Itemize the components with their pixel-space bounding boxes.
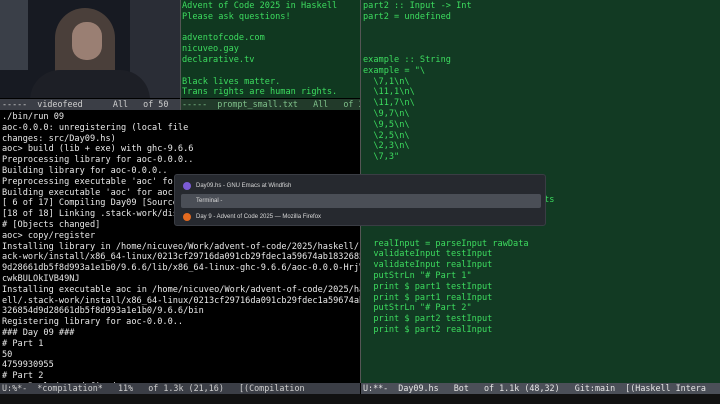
code-line: \9,5\n\ [363,119,410,130]
switcher-item-label: Terminal - [196,198,223,204]
emacs-icon [183,182,191,190]
compilation-buffer[interactable]: ./bin/run 09 aoc-0.0.0: unregistering (lo… [0,110,360,383]
terminal-line: changes: src/Day09.hs) [2,133,116,144]
terminal-line: Installing executable aoc in /home/nicuv… [2,284,360,295]
code-line: print $ part1 realInput [363,292,493,303]
terminal-line: Registering library for aoc-0.0.0.. [2,317,184,328]
code-line: \9,7\n\ [363,108,410,119]
code-line: putStrLn "# Part 1" [363,270,472,281]
code-line: \11,1\n\ [363,87,415,98]
code-line: \7,1\n\ [363,76,410,87]
switcher-item-label: Day 9 - Advent of Code 2025 — Mozilla Fi… [196,214,322,220]
code-line: \7,3" [363,152,400,163]
webcam-feed [0,0,180,98]
firefox-icon [183,213,191,221]
switcher-item[interactable]: Terminal - [181,194,541,208]
code-line: \2,3\n\ [363,141,410,152]
prompt-line: Trans rights are human rights. [182,87,338,98]
code-line: validateInput testInput [363,249,493,260]
code-line: validateInput realInput [363,260,493,271]
terminal-line: ./bin/run 09 [2,112,65,122]
code-line: print $ part1 testInput [363,281,493,292]
terminal-line: # Part 1 [2,338,44,349]
prompt-pane[interactable]: Advent of Code 2025 in Haskell Please ask… [180,0,360,98]
switcher-item[interactable]: Day 9 - Advent of Code 2025 — Mozilla Fi… [181,210,541,224]
videofeed-modeline: ----- videofeed All of 50 [0,99,180,110]
prompt-modeline: ----- prompt_small.txt All of 305 [180,99,374,110]
terminal-line: aoc> build (lib + exe) with ghc-9.6.6 [2,144,194,155]
terminal-line: ### Day 09 ### [2,327,75,338]
terminal-line: ell/.stack-work/install/x86_64-linux/021… [2,295,360,306]
code-line: part2 :: Input -> Int [363,1,472,11]
code-line: realInput = parseInput rawData [363,238,529,249]
background-lamp [0,0,28,70]
terminal-line: 326854d9d28661db5f8d993a1e1b0/9.6.6/bin [2,306,204,317]
code-line: putStrLn "# Part 2" [363,303,472,314]
terminal-line: # Part 2 [2,371,44,382]
switcher-item-label: Day09.hs - GNU Emacs at Windfish [196,183,292,189]
code-line: \11,7\n\ [363,98,415,109]
prompt-line: nicuveo.gay [182,44,239,55]
terminal-line: ack-work/install/x86_64-linux/0213cf2971… [2,252,360,263]
person-face [72,22,102,60]
code-line: print $ part2 testInput [363,314,493,325]
prompt-line [182,23,358,34]
terminal-line: Preprocessing library for aoc-0.0.0.. [2,155,194,166]
code-line: example = "\ [363,65,426,76]
terminal-line: cwkBULOkIVB49NJ [2,273,80,284]
terminal-line: 4759930955 [2,360,54,371]
prompt-line: declarative.tv [182,54,255,65]
prompt-line [182,66,358,77]
terminal-line: aoc> copy/register [2,230,96,241]
terminal-line: aoc-0.0.0: unregistering (local file [2,122,189,133]
code-line: \2,5\n\ [363,130,410,141]
code-line: example :: String [363,54,451,65]
terminal-line: 50 [2,349,13,360]
window-switcher: Day09.hs - GNU Emacs at Windfish Terminal… [174,174,546,226]
prompt-line: Black lives matter. [182,76,281,87]
person-body [30,70,150,98]
prompt-line: Advent of Code 2025 in Haskell [182,1,338,11]
compilation-modeline: U:%*- *compilation* 11% of 1.3k (21,16) … [0,383,360,394]
prompt-line: adventofcode.com [182,33,265,44]
code-modeline: U:**- Day09.hs Bot of 1.1k (48,32) Git:m… [361,383,720,394]
terminal-icon [183,197,191,205]
terminal-line: 9d28661db5f8d993a1e1b0/9.6.6/lib/x86_64-… [2,263,360,274]
terminal-line: aoc: Prelude.undefined [2,382,358,383]
code-line: print $ part2 realInput [363,324,493,335]
terminal-line: Installing library in /home/nicuveo/Work… [2,241,360,252]
code-line: part2 = undefined [363,11,451,22]
switcher-item[interactable]: Day09.hs - GNU Emacs at Windfish [181,179,541,193]
minibuffer[interactable] [0,394,720,404]
prompt-line: Please ask questions! [182,11,291,22]
